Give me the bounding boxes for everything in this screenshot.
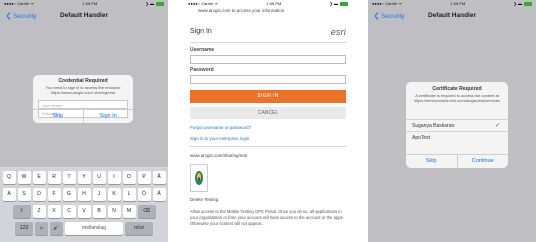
status-carrier: ●●●●○ Carrier ᯤ [188,1,219,6]
certificate-label: Suganya Baskaran [412,123,455,129]
status-time: 1:06 PM [82,1,98,6]
password-label: Password [190,67,214,73]
divider [190,146,346,147]
domain-text: www.arcgis.com/sharing/rest [190,153,248,158]
key[interactable]: V [77,205,91,218]
return-key[interactable]: retur [125,222,153,235]
username-label: Username [190,47,215,53]
status-bar: ●●●●○ Carrier ᯤ 1:06 PM ❯ ▬ [368,0,536,8]
key[interactable]: C [62,205,76,218]
status-carrier: ●●●●○ Carrier ᯤ [372,1,403,6]
dialog-buttons: Skip Continue [406,154,508,168]
space-key[interactable]: mellanslag [65,222,123,235]
status-bar: ●●●●○ Carrier ᯤ 1:06 PM ❯ ▬ [184,0,352,8]
key[interactable]: T [62,171,76,184]
mic-icon[interactable]: 🎤 [50,222,63,235]
status-carrier: ●●●●○ Carrier ᯤ [4,1,35,6]
password-input[interactable] [190,75,346,84]
key[interactable]: B [92,205,106,218]
key[interactable]: X [47,205,61,218]
credential-dialog: Credential Required You need to sign in … [33,75,133,123]
username-field[interactable]: User Name [38,100,128,109]
keyboard: Q W E R T Y U I O P Å A S D F G H J K L … [0,167,168,242]
dialog-message: A certificate is required to access the … [413,93,501,103]
key[interactable]: U [92,171,106,184]
status-time: 1:06 PM [450,1,466,6]
key[interactable]: E [32,171,46,184]
key[interactable]: A [2,188,16,201]
left-screen: ●●●●○ Carrier ᯤ 1:06 PM ❯ ▬ Security Def… [0,0,168,242]
dialog-title: Credential Required [58,78,108,84]
key[interactable]: R [47,171,61,184]
nav-bar: Security Default Handler [0,10,168,24]
skip-button[interactable]: Skip [33,110,83,123]
key[interactable]: D [32,188,46,201]
sign-in-button[interactable]: Sign In [82,110,134,123]
key[interactable]: Q [2,171,16,184]
status-battery: ❯ ▬ [146,0,164,8]
key[interactable]: P [137,171,151,184]
continue-button[interactable]: Continue [456,155,509,168]
key[interactable]: O [122,171,136,184]
key[interactable]: M [122,205,136,218]
nav-title: Default Handler [427,12,477,19]
backspace-key[interactable]: ⌫ [137,205,156,218]
signin-header: Sign In esri [190,27,346,40]
middle-screen: ●●●●○ Carrier ᯤ 1:06 PM ❯ ▬ www.arcgis.c… [184,0,352,242]
key[interactable]: Y [77,171,91,184]
shift-key[interactable]: ⇧ [12,205,31,218]
cancel-button[interactable]: CANCEL [190,107,346,119]
keyboard-row-2: A S D F G H J K L Ö Ä [0,188,168,201]
header-text: www.arcgis.com to access your informatio… [198,8,285,13]
battery-icon [156,1,164,6]
app-name: Delete Testing [190,197,219,202]
key[interactable]: W [17,171,31,184]
certificate-label: ApoTest [412,135,431,141]
description-text: Allow access to the Mobile Testing OPS P… [190,209,344,226]
key[interactable]: G [62,188,76,201]
nav-title: Default Handler [59,12,109,19]
dialog-title: Certificate Required [432,86,482,92]
battery-icon [340,1,348,6]
key[interactable]: Z [32,205,46,218]
status-battery: ❯ ▬ [514,0,532,8]
keyboard-row-4: 123 ☺ 🎤 mellanslag retur [0,222,168,235]
certificate-item[interactable]: Suganya Baskaran ✓ [406,119,508,131]
key[interactable]: L [122,188,136,201]
status-bar: ●●●●○ Carrier ᯤ 1:06 PM ❯ ▬ [0,0,168,8]
app-logo-icon [195,171,203,185]
key[interactable]: Å [152,171,166,184]
key[interactable]: Ö [137,188,151,201]
sign-in-button[interactable]: SIGN IN [190,90,346,103]
numbers-key[interactable]: 123 [15,222,33,235]
certificate-dialog: Certificate Required A certificate is re… [406,82,508,168]
key[interactable]: H [77,188,91,201]
key[interactable]: K [107,188,121,201]
certificate-item[interactable]: ApoTest [406,131,508,143]
battery-icon [524,1,532,6]
key[interactable]: S [17,188,31,201]
esri-logo: esri [330,27,346,37]
right-screen: ●●●●○ Carrier ᯤ 1:06 PM ❯ ▬ Security Def… [368,0,536,242]
key[interactable]: J [92,188,106,201]
key[interactable]: N [107,205,121,218]
enterprise-login-link[interactable]: Sign in to your enterprise login [190,136,249,141]
key[interactable]: F [47,188,61,201]
dialog-buttons: Skip Sign In [33,109,133,123]
forgot-password-link[interactable]: Forgot username or password? [190,125,251,130]
nav-bar: Security Default Handler [368,10,536,24]
signin-title: Sign In [190,28,212,35]
key[interactable]: I [107,171,121,184]
dialog-message: You need to sign in to access the resour… [45,85,121,95]
keyboard-row-1: Q W E R T Y U I O P Å [0,171,168,184]
keyboard-row-3: ⇧ Z X C V B N M ⌫ [0,205,168,218]
username-input[interactable] [190,55,346,64]
status-time: 1:06 PM [266,1,282,6]
status-battery: ❯ ▬ [330,0,348,8]
key[interactable]: Ä [152,188,166,201]
divider [190,42,346,43]
emoji-icon[interactable]: ☺ [35,222,48,235]
skip-button[interactable]: Skip [406,155,457,168]
app-thumbnail [190,164,208,192]
